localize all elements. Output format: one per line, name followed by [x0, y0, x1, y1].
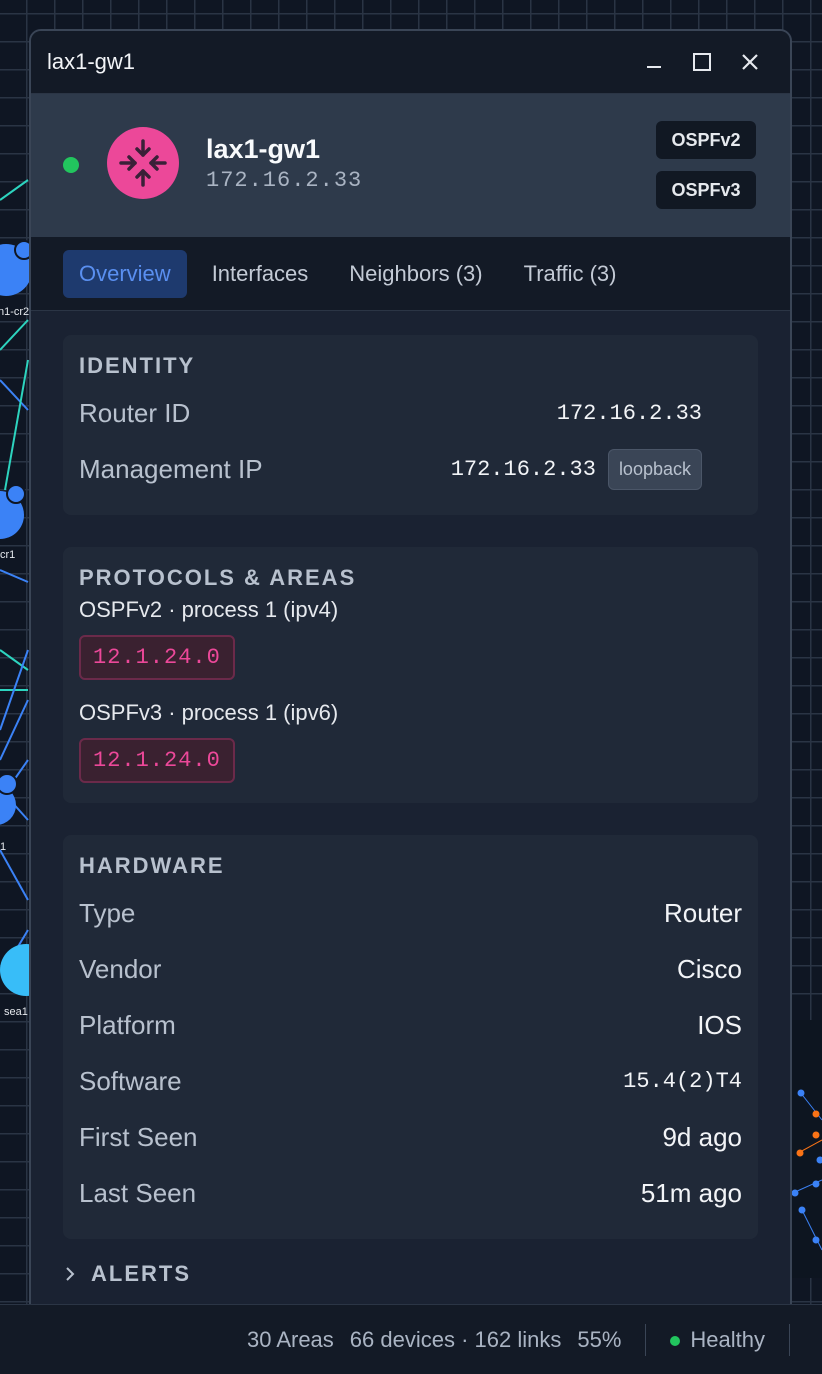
divider — [645, 1323, 647, 1356]
device-ip: 172.16.2.33 — [206, 168, 363, 193]
tab-overview[interactable]: Overview — [63, 249, 187, 298]
hardware-label: Vendor — [79, 953, 162, 984]
hardware-value: IOS — [697, 1009, 742, 1040]
health-dot — [670, 1335, 681, 1346]
area-tag[interactable]: 12.1.24.0 — [79, 635, 235, 680]
device-name: lax1-gw1 — [206, 134, 321, 164]
alerts-label: ALERTS — [91, 1261, 191, 1286]
health-label: Healthy — [690, 1326, 765, 1352]
hardware-row: Software 15.4(2)T4 — [79, 1053, 742, 1109]
hardware-label: Type — [79, 897, 136, 928]
router-id-label: Router ID — [79, 397, 191, 428]
section-title: HARDWARE — [79, 853, 225, 878]
zoom-level[interactable]: 55% — [577, 1327, 621, 1353]
protocol-line: OSPFv2 · process 1 (ipv4) — [79, 597, 339, 622]
management-ip-row: Management IP 172.16.2.33 loopback — [79, 441, 742, 497]
areas-count: 30 Areas — [246, 1326, 334, 1352]
router-icon — [107, 127, 179, 199]
graph-node-label: n1-cr2 — [0, 306, 29, 318]
divider — [789, 1323, 790, 1356]
chevron-right-icon — [66, 1267, 75, 1281]
hardware-row: Platform IOS — [79, 997, 742, 1053]
hardware-label: Platform — [79, 1009, 176, 1040]
hardware-label: Last Seen — [79, 1177, 197, 1208]
status-bar: 30 Areas 66 devices · 162 links 55% Heal… — [0, 1304, 822, 1374]
hardware-row: Type Router — [79, 885, 742, 941]
graph-node-label: sea1 — [4, 1006, 28, 1018]
hardware-row: Last Seen 51m ago — [79, 1165, 742, 1221]
device-link-count: 66 devices · 162 links — [349, 1326, 562, 1352]
hardware-value: Router — [663, 897, 742, 928]
graph-node — [6, 484, 26, 504]
window-title: lax1-gw1 — [47, 49, 136, 74]
router-id-row: Router ID 172.16.2.33 — [79, 385, 742, 441]
minimize-icon — [647, 66, 661, 68]
tab-interfaces[interactable]: Interfaces — [196, 250, 325, 298]
minimize-button[interactable] — [630, 38, 678, 86]
close-icon — [742, 54, 758, 70]
management-ip-value: 172.16.2.33 — [450, 456, 596, 482]
hardware-row: First Seen 9d ago — [79, 1109, 742, 1165]
window-titlebar[interactable]: lax1-gw1 — [31, 31, 790, 94]
maximize-button[interactable] — [678, 38, 726, 86]
device-header: lax1-gw1 172.16.2.33 OSPFv2 OSPFv3 — [31, 94, 790, 237]
protocol-line: OSPFv3 · process 1 (ipv6) — [79, 700, 339, 725]
hardware-label: First Seen — [79, 1121, 198, 1152]
protocol-badge: OSPFv2 — [656, 121, 756, 159]
maximize-icon — [693, 53, 711, 71]
section-title: IDENTITY — [79, 353, 196, 378]
tab-bar: Overview Interfaces Neighbors (3) Traffi… — [31, 237, 790, 311]
hardware-row: Vendor Cisco — [79, 941, 742, 997]
loopback-badge: loopback — [607, 448, 702, 490]
protocols-card: PROTOCOLS & AREAS OSPFv2 · process 1 (ip… — [63, 547, 758, 803]
graph-node — [0, 773, 18, 795]
section-title: PROTOCOLS & AREAS — [79, 565, 357, 590]
graph-node-label: 1 — [0, 841, 6, 853]
status-dot — [63, 157, 79, 173]
management-ip-label: Management IP — [79, 453, 263, 484]
overview-panel[interactable]: IDENTITY Router ID 172.16.2.33 Managemen… — [31, 311, 790, 1287]
router-id-value: 172.16.2.33 — [556, 400, 702, 426]
alerts-toggle[interactable]: ALERTS — [63, 1261, 758, 1287]
hardware-value: 9d ago — [662, 1121, 742, 1152]
hardware-label: Software — [79, 1065, 182, 1096]
tab-traffic[interactable]: Traffic (3) — [508, 250, 633, 298]
tab-neighbors[interactable]: Neighbors (3) — [333, 250, 498, 298]
close-button[interactable] — [726, 38, 774, 86]
hardware-value: Cisco — [676, 953, 742, 984]
health-status: Healthy — [670, 1327, 765, 1353]
identity-card: IDENTITY Router ID 172.16.2.33 Managemen… — [63, 335, 758, 515]
hardware-value: 15.4(2)T4 — [623, 1068, 742, 1094]
hardware-value: 51m ago — [640, 1177, 742, 1208]
device-detail-window: lax1-gw1 lax1-gw1 172.16.2.33 OSPFv2 OSP… — [29, 29, 792, 1319]
area-tag[interactable]: 12.1.24.0 — [79, 738, 235, 783]
hardware-card: HARDWARE Type Router Vendor Cisco Platfo… — [63, 835, 758, 1239]
protocol-badge: OSPFv3 — [656, 171, 756, 209]
graph-node-label: cr1 — [0, 549, 15, 561]
